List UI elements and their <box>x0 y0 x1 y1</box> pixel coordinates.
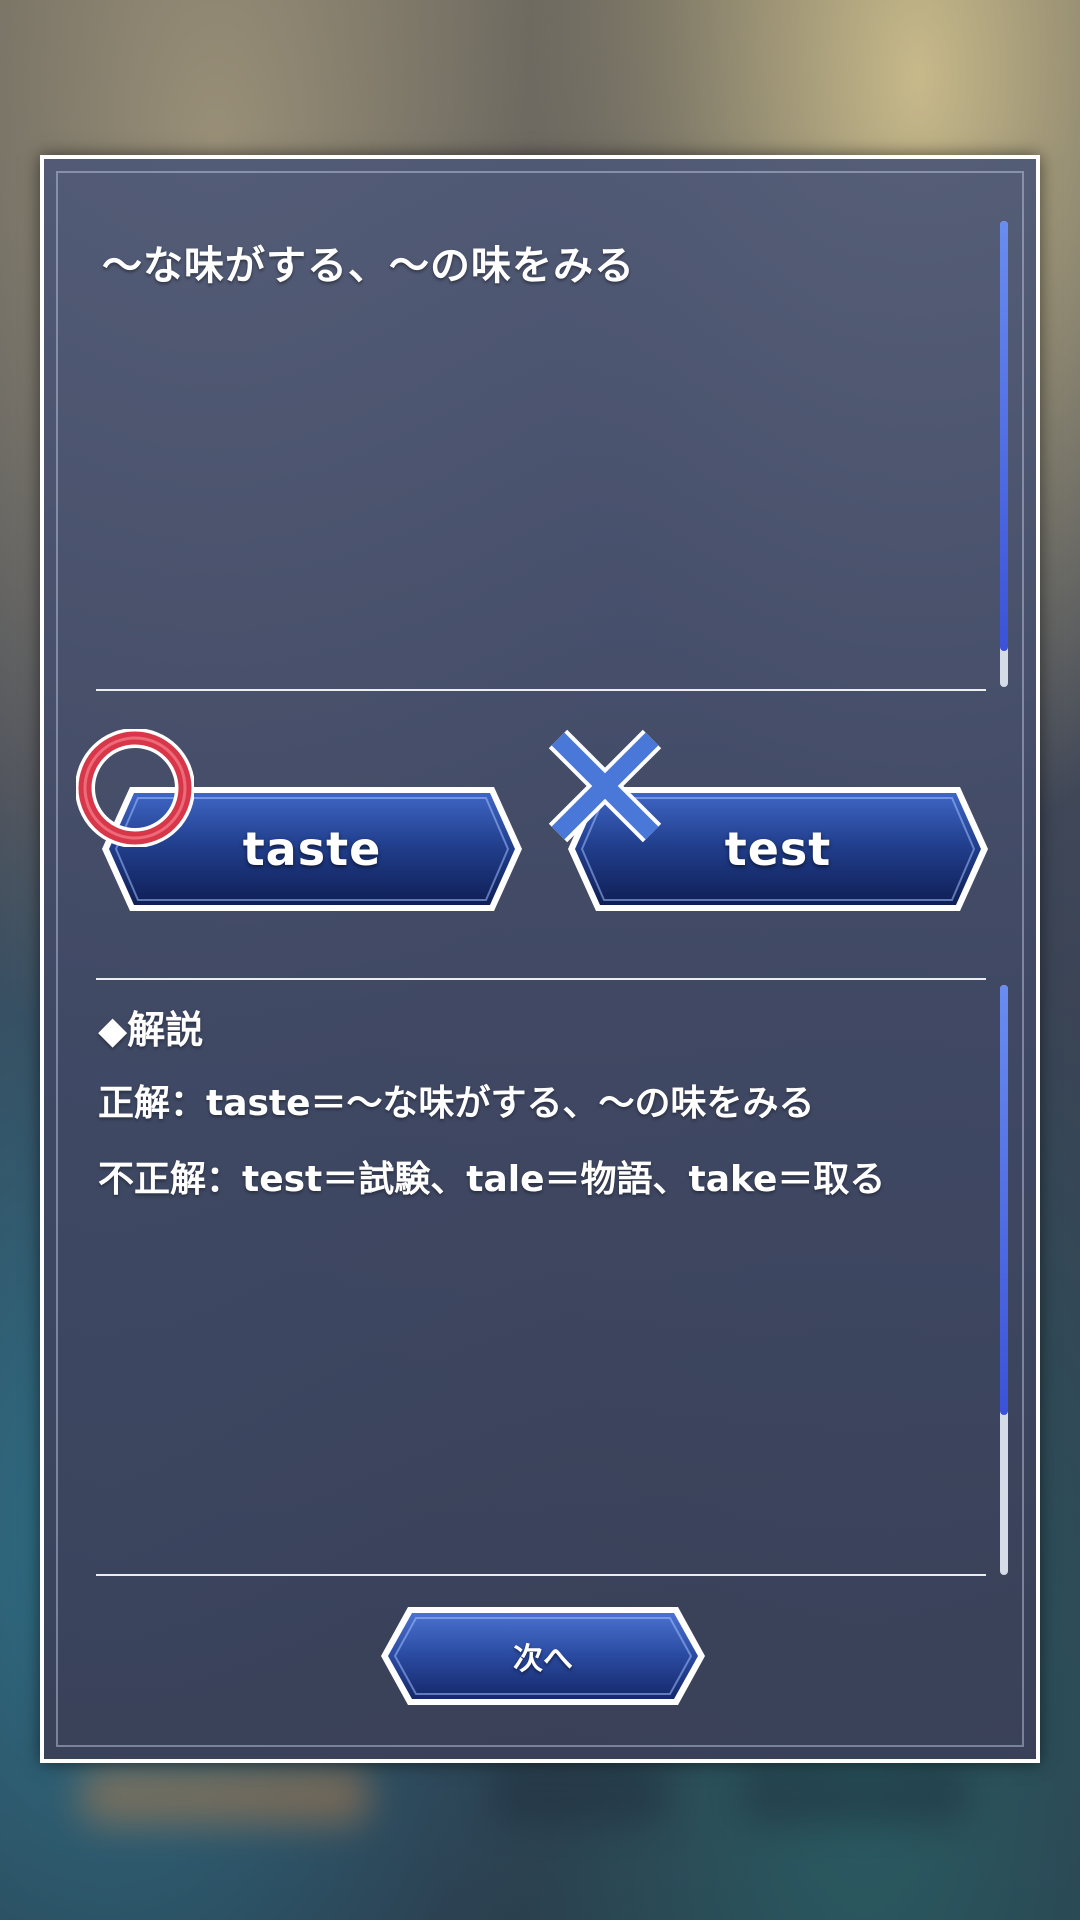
explanation-scrollbar[interactable] <box>1000 985 1008 1575</box>
explanation-heading: ◆解説 <box>98 1008 204 1052</box>
explanation-area[interactable]: ◆解説 正解：taste＝～な味がする、～の味をみる 不正解：test＝試験、t… <box>98 989 978 1226</box>
quiz-result-modal: ～な味がする、～の味をみる taste test ◆解説 正解：taste＝～な… <box>40 155 1040 1763</box>
divider <box>96 978 986 980</box>
explanation-scrollbar-thumb[interactable] <box>1000 985 1008 1415</box>
circle-correct-icon <box>75 728 195 848</box>
divider <box>96 1574 986 1576</box>
question-scrollbar-thumb[interactable] <box>1000 221 1008 651</box>
next-button[interactable]: 次へ <box>378 1604 708 1708</box>
explanation-incorrect-line: 不正解：test＝試験、tale＝物語、take＝取る <box>98 1159 886 1200</box>
background-blur <box>740 1765 970 1825</box>
question-text: ～な味がする、～の味をみる <box>102 243 635 289</box>
cross-wrong-icon <box>548 729 662 843</box>
question-area[interactable]: ～な味がする、～の味をみる <box>98 219 978 614</box>
background-blur <box>490 1765 670 1825</box>
next-label: 次へ <box>513 1642 573 1677</box>
divider <box>96 689 986 691</box>
question-scrollbar[interactable] <box>1000 221 1008 687</box>
explanation-correct-line: 正解：taste＝～な味がする、～の味をみる <box>98 1083 815 1124</box>
background-blur <box>80 1765 370 1825</box>
